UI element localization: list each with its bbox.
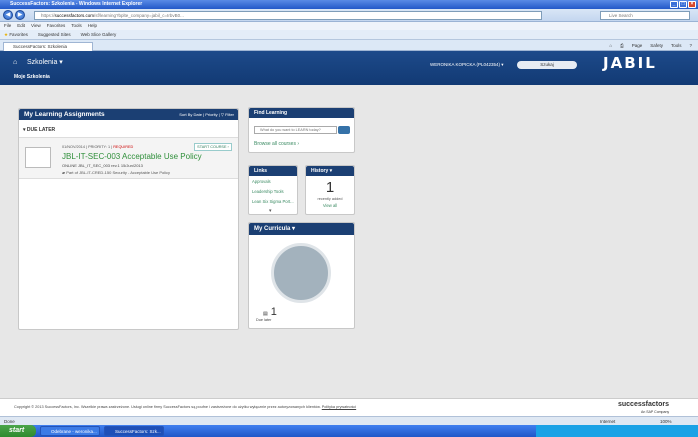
minimize-button[interactable]: _ xyxy=(670,1,678,8)
command-tools[interactable]: Tools xyxy=(671,42,682,50)
page-footer: Copyright © 2013 SuccessFactors, Inc. Ws… xyxy=(0,398,698,416)
address-input[interactable]: https://successfactors.com/sf/learning?b… xyxy=(34,11,542,20)
monitor-icon xyxy=(25,147,51,168)
find-learning-title: Find Learning xyxy=(249,108,354,118)
favorites-bar: ★ Favorites Suggested Sites Web Slice Ga… xyxy=(0,30,698,40)
find-learning-search-button[interactable] xyxy=(338,126,350,134)
address-bar-row: ◀ ▶ https://successfactors.com/sf/learni… xyxy=(0,9,698,22)
history-label: recently added xyxy=(317,197,343,201)
menu-view[interactable]: View xyxy=(31,22,41,30)
star-icon: ★ xyxy=(4,32,9,37)
history-count: 1 xyxy=(325,179,335,196)
tab-row: SuccessFactors: Szkolenia ⌂ ⎙ Page Safet… xyxy=(0,40,698,51)
browse-all-courses-link[interactable]: Browse all courses › xyxy=(254,141,299,147)
home-icon[interactable]: ⌂ xyxy=(13,59,17,66)
command-bar: ⌂ ⎙ Page Safety Tools ? xyxy=(609,42,692,50)
curricula-title[interactable]: My Curricula ▾ xyxy=(249,223,354,235)
menu-help[interactable]: Help xyxy=(88,22,97,30)
learning-assignments-panel: My Learning Assignments Sort By Date | P… xyxy=(18,108,239,330)
link-leadership-tools[interactable]: Leadership Tools xyxy=(252,189,284,194)
user-menu[interactable]: WERONIKA KOPICKA (PL042354) ▾ xyxy=(430,62,504,68)
web-slice-gallery-link[interactable]: Web Slice Gallery xyxy=(81,30,117,39)
module-switcher[interactable]: Szkolenia ▾ xyxy=(27,58,63,66)
sap-company-tagline: An SAP Company xyxy=(641,410,670,414)
favorites-button[interactable]: ★ Favorites xyxy=(4,30,28,39)
link-lean-six-sigma[interactable]: Lean Six Sigma Port... xyxy=(252,199,294,204)
system-tray xyxy=(536,425,698,437)
windows-taskbar: start Odebrane - weronika... SuccessFact… xyxy=(0,425,698,437)
header-search-button[interactable]: Szukaj xyxy=(517,61,577,69)
course-title-link[interactable]: JBL-IT-SEC-003 Acceptable Use Policy xyxy=(62,152,202,161)
history-panel: History ▾ 1 recently added View all xyxy=(305,165,355,215)
tab-successfactors[interactable]: SuccessFactors: Szkolenia xyxy=(3,42,93,51)
taskbar-item-successfactors[interactable]: SuccessFactors: Szk... xyxy=(104,426,164,436)
forward-icon[interactable]: ▶ xyxy=(15,10,25,20)
due-later-group[interactable]: ▾ DUE LATER xyxy=(23,127,55,133)
menu-edit[interactable]: Edit xyxy=(17,22,25,30)
find-learning-input[interactable] xyxy=(254,126,337,134)
curricula-count: ▤ 1 xyxy=(263,306,277,318)
course-parent: ▰ Part of JBL-IT-CRED-150 Security - Acc… xyxy=(62,170,171,175)
live-search-input[interactable]: Live Search xyxy=(600,11,690,20)
help-icon[interactable]: ? xyxy=(689,42,692,50)
maximize-button[interactable]: □ xyxy=(679,1,687,8)
command-page[interactable]: Page xyxy=(632,42,643,50)
assignment-item: 01/NOV/2014 | PRIORITY: 1 | REQUIRED STA… xyxy=(19,137,238,179)
links-panel: Links Approvals Leadership Tools Lean Si… xyxy=(248,165,298,215)
course-code: ONLINE JBL_IT_SEC_003 rev.1 15/Jun/2013 xyxy=(62,163,143,168)
panel-title: My Learning Assignments xyxy=(24,111,105,118)
successfactors-logo: successfactors xyxy=(618,401,669,408)
find-learning-panel: Find Learning Browse all courses › xyxy=(248,107,355,153)
filter-icon: ▽ xyxy=(220,112,224,117)
command-safety[interactable]: Safety xyxy=(650,42,663,50)
history-title[interactable]: History ▾ xyxy=(306,166,354,176)
home-icon[interactable]: ⌂ xyxy=(609,42,612,50)
item-meta: 01/NOV/2014 | PRIORITY: 1 | REQUIRED xyxy=(62,145,134,149)
copyright-text: Copyright © 2013 SuccessFactors, Inc. Ws… xyxy=(14,405,357,409)
jabil-logo: JABIL xyxy=(603,54,657,72)
folder-icon: ▰ xyxy=(62,170,66,175)
chevron-down-icon[interactable]: ▾ xyxy=(269,208,272,214)
menu-file[interactable]: File xyxy=(4,22,11,30)
back-icon[interactable]: ◀ xyxy=(3,10,13,20)
taskbar-item-mail[interactable]: Odebrane - weronika... xyxy=(40,426,100,436)
curricula-donut-chart[interactable] xyxy=(271,243,331,303)
status-bar: Done Internet 100% xyxy=(0,416,698,425)
start-button[interactable]: start xyxy=(0,425,36,437)
suggested-sites-link[interactable]: Suggested Sites xyxy=(38,30,71,39)
panel-header: My Learning Assignments Sort By Date | P… xyxy=(19,109,238,120)
view-all-link[interactable]: View all xyxy=(306,203,354,208)
list-icon: ▤ xyxy=(263,311,268,317)
menu-favorites[interactable]: Favorites xyxy=(47,22,66,30)
menu-tools[interactable]: Tools xyxy=(71,22,82,30)
window-title: SuccessFactors: Szkolenia - Windows Inte… xyxy=(10,1,143,7)
app-header: ⌂ Szkolenia ▾ Moje Szkolenia WERONIKA KO… xyxy=(0,51,698,85)
close-button[interactable]: × xyxy=(688,1,696,8)
window-titlebar: SuccessFactors: Szkolenia - Windows Inte… xyxy=(0,0,698,9)
privacy-link[interactable]: Polityka prywatności xyxy=(322,405,356,409)
curricula-panel: My Curricula ▾ ▤ 1 Due later xyxy=(248,222,355,329)
menu-bar: File Edit View Favorites Tools Help xyxy=(0,22,698,30)
print-icon[interactable]: ⎙ xyxy=(620,42,624,50)
sort-controls[interactable]: Sort By Date | Priority | ▽ Filter xyxy=(179,109,234,120)
start-course-button[interactable]: START COURSE › xyxy=(194,143,232,151)
curricula-label: Due later xyxy=(256,318,272,322)
link-approvals[interactable]: Approvals xyxy=(252,179,271,184)
status-text: Done xyxy=(4,419,15,424)
links-title: Links xyxy=(249,166,297,176)
page-title: Moje Szkolenia xyxy=(14,74,50,80)
